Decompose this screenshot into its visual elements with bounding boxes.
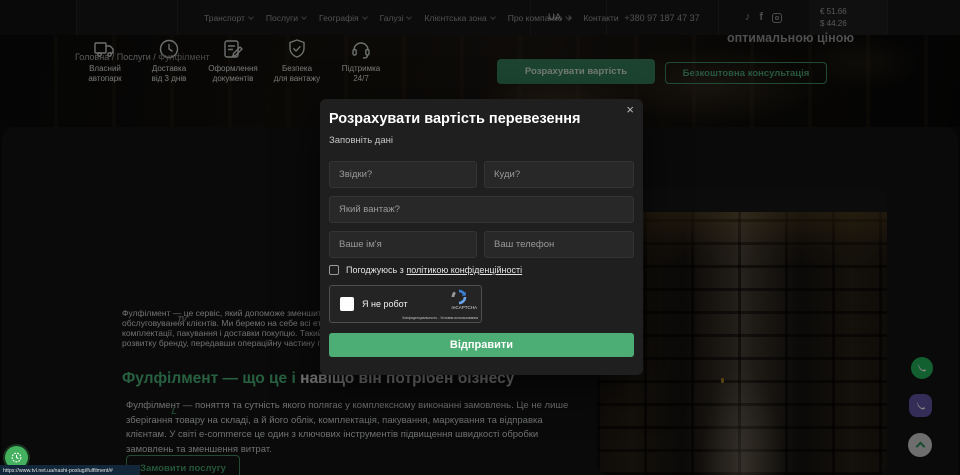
recaptcha-icon: [451, 289, 467, 305]
status-url: https://www.tvl.net.ua/nashi-poslugi/ful…: [3, 467, 113, 473]
submit-button[interactable]: Відправити: [329, 333, 634, 357]
name-input[interactable]: [329, 231, 477, 258]
to-input[interactable]: [484, 161, 634, 188]
recaptcha-widget: Я не робот reCAPTCHA Конфиденциальность …: [329, 285, 482, 323]
consent-checkbox[interactable]: [329, 265, 339, 275]
recaptcha-checkbox[interactable]: [340, 297, 354, 311]
consent-row: Погоджуюсь з політикою конфіденційності: [329, 265, 522, 275]
privacy-policy-link[interactable]: політикою конфіденційності: [406, 265, 522, 275]
clock-callback-icon: [10, 451, 23, 464]
browser-status-bar: https://www.tvl.net.ua/nashi-poslugi/ful…: [0, 465, 140, 475]
phone-input[interactable]: [484, 231, 634, 258]
recaptcha-privacy-links[interactable]: Конфиденциальность - Условия использован…: [402, 316, 478, 320]
cost-calculation-modal: × Розрахувати вартість перевезення Запов…: [320, 99, 643, 375]
modal-subtitle: Заповніть дані: [329, 135, 393, 146]
recaptcha-brand: reCAPTCHA: [451, 305, 477, 310]
page: TVL Транспорт Послуги Географія Галузі К…: [0, 0, 960, 475]
close-icon[interactable]: ×: [626, 103, 634, 116]
recaptcha-label: Я не робот: [362, 299, 408, 309]
cargo-input[interactable]: [329, 196, 634, 223]
from-input[interactable]: [329, 161, 477, 188]
modal-title: Розрахувати вартість перевезення: [329, 111, 581, 127]
